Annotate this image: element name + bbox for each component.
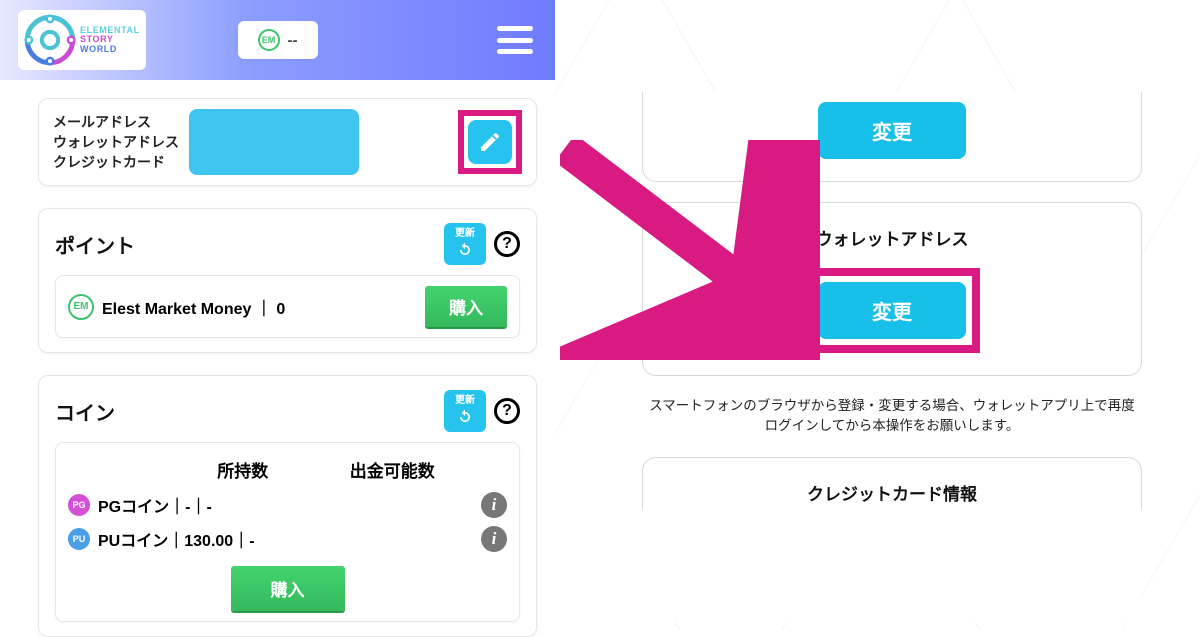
points-card: ポイント 更新 ? EM Elest Market Money ｜ [38,208,537,353]
refresh-label: 更新 [455,396,475,406]
edit-account-button[interactable] [468,120,512,164]
refresh-icon [455,407,475,427]
coins-list: 所持数 出金可能数 PG PGコイン｜-｜- i PU [55,442,520,622]
label-email: メールアドレス [53,112,179,132]
header-withdrawable: 出金可能数 [318,457,468,482]
menu-button[interactable] [497,26,533,54]
points-row-text: Elest Market Money ｜ 0 [102,295,285,319]
header-balance-badge[interactable]: EM -- [238,21,318,59]
em-coin-icon: EM [68,294,94,320]
points-buy-button[interactable]: 購入 [425,286,507,327]
coins-help-button[interactable]: ? [494,398,520,424]
right-app-panel: 変更 ウォレットアドレス 変更 スマートフォンのブラウザから登録・変更する場合、… [642,92,1142,622]
points-list: EM Elest Market Money ｜ 0 購入 [55,275,520,338]
brand-logo[interactable]: ELEMENTAL STORY WORLD [18,10,146,70]
pencil-icon [478,130,502,154]
em-coin-icon: EM [258,29,280,51]
change-button-highlight: 変更 [804,268,980,353]
coins-title: コイン [55,397,115,426]
coin-row-text: PGコイン｜-｜- [98,493,212,517]
account-info-card: メールアドレス ウォレットアドレス クレジットカード [38,98,537,186]
label-credit: クレジットカード [53,152,179,172]
right-top-card: 変更 [642,92,1142,182]
credit-card-title: クレジットカード情報 [659,480,1125,505]
coins-refresh-button[interactable]: 更新 [444,390,486,432]
coins-buy-button[interactable]: 購入 [231,566,345,611]
refresh-icon [455,240,475,260]
pu-coin-icon: PU [68,528,90,550]
coins-card: コイン 更新 ? 所持数 出金可能数 [38,375,537,637]
wallet-note: スマートフォンのブラウザから登録・変更する場合、ウォレットアプリ上で再度ログイン… [648,396,1136,437]
coins-header-row: 所持数 出金可能数 [68,453,507,488]
account-values-redacted [189,109,359,175]
account-labels: メールアドレス ウォレットアドレス クレジットカード [53,112,179,173]
wallet-card-title: ウォレットアドレス [659,225,1125,250]
label-wallet: ウォレットアドレス [53,132,179,152]
coin-info-button[interactable]: i [481,526,507,552]
header-balance-value: -- [288,32,298,49]
edit-button-highlight [458,110,522,174]
coin-row: PG PGコイン｜-｜- i [68,488,507,522]
app-header: ELEMENTAL STORY WORLD EM -- [0,0,555,80]
credit-card-card: クレジットカード情報 [642,457,1142,509]
wallet-change-button[interactable]: 変更 [818,282,966,339]
points-help-button[interactable]: ? [494,231,520,257]
wallet-address-card: ウォレットアドレス 変更 [642,202,1142,376]
coin-row-text: PUコイン｜130.00｜- [98,527,255,551]
refresh-label: 更新 [455,229,475,239]
coin-row: PU PUコイン｜130.00｜- i [68,522,507,556]
change-button[interactable]: 変更 [818,102,966,159]
header-held: 所持数 [168,457,318,482]
brand-logo-icon [24,14,76,66]
pg-coin-icon: PG [68,494,90,516]
coin-info-button[interactable]: i [481,492,507,518]
points-row: EM Elest Market Money ｜ 0 購入 [68,286,507,327]
brand-logo-text: ELEMENTAL STORY WORLD [80,26,140,54]
points-title: ポイント [55,230,135,259]
left-app-panel: ELEMENTAL STORY WORLD EM -- メールアドレス ウォレッ… [0,0,555,630]
points-refresh-button[interactable]: 更新 [444,223,486,265]
